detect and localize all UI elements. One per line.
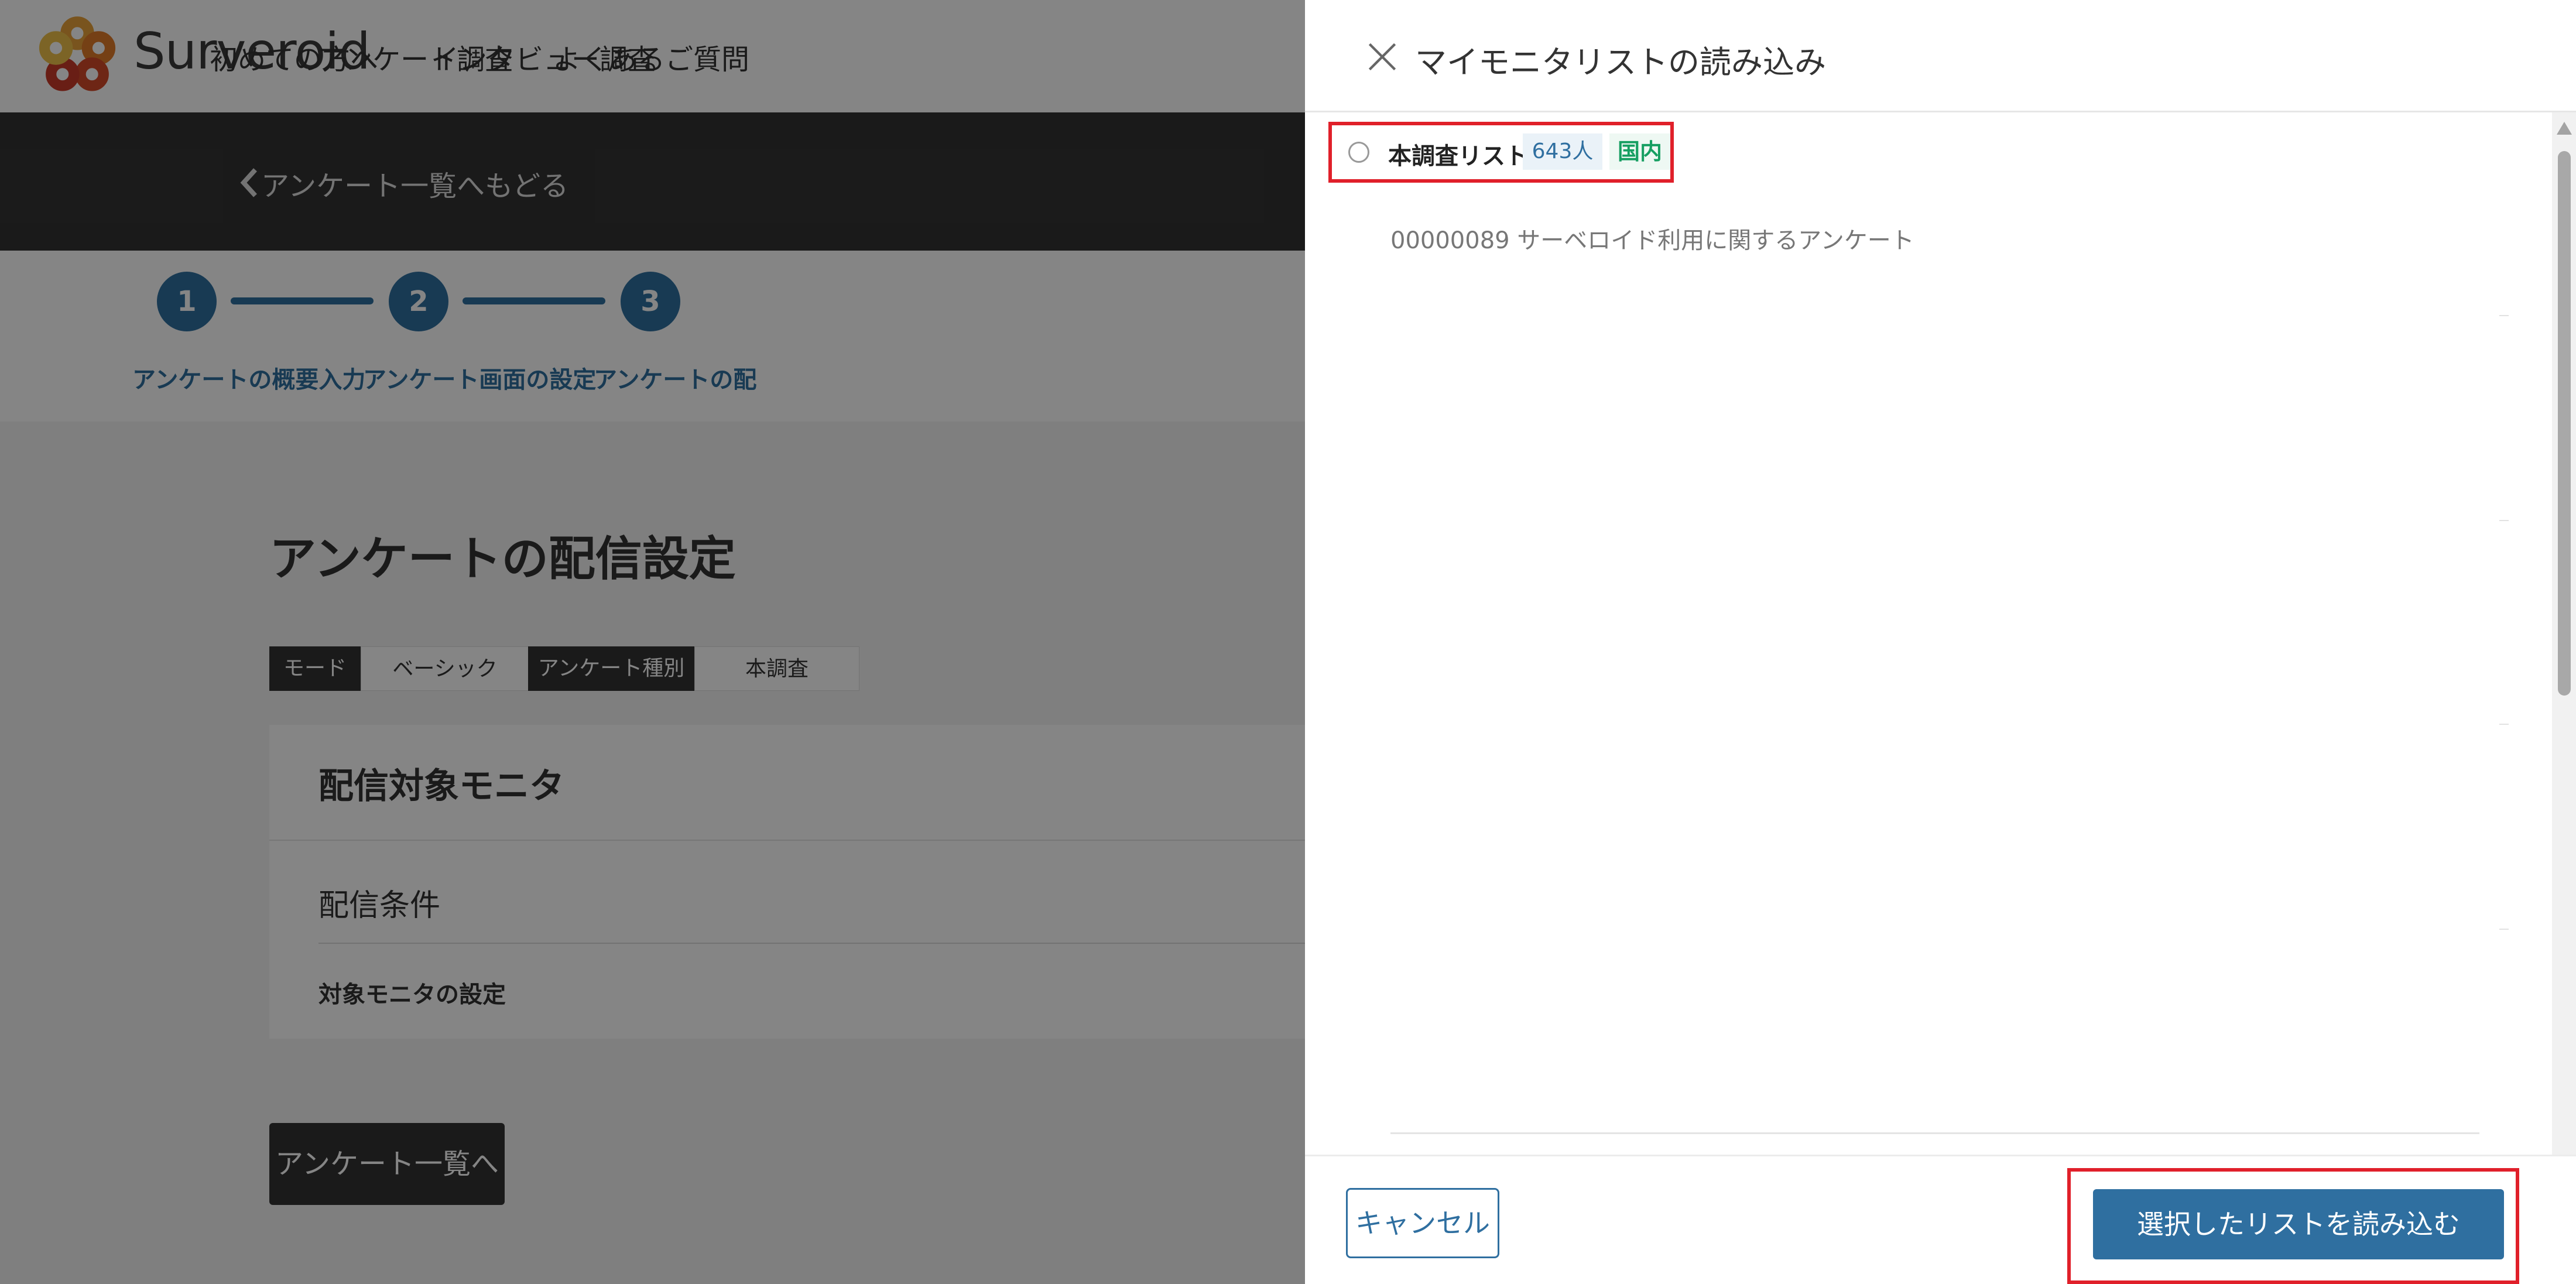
faint-divider bbox=[2499, 724, 2509, 725]
list-name[interactable]: 本調査リスト bbox=[1388, 137, 1529, 171]
list-radio[interactable] bbox=[1348, 142, 1369, 163]
close-icon[interactable] bbox=[1366, 41, 1398, 73]
modal-backdrop[interactable] bbox=[0, 0, 1305, 1284]
my-monitor-list-modal: マイモニタリストの読み込み 本調査リスト 643人 国内 00000089 サー… bbox=[1305, 0, 2576, 1284]
region-badge: 国内 bbox=[1609, 133, 1670, 170]
load-selected-list-button[interactable]: 選択したリストを読み込む bbox=[2093, 1189, 2504, 1259]
scrollbar-thumb[interactable] bbox=[2558, 151, 2571, 696]
cancel-button[interactable]: キャンセル bbox=[1346, 1188, 1499, 1258]
background-page: Surveroid 初めての方へ アンケート調査 インタビュー調査 よくあるご質… bbox=[0, 0, 1305, 1284]
list-description: 00000089 サーベロイド利用に関するアンケート bbox=[1390, 227, 1914, 254]
divider bbox=[1390, 1132, 2479, 1134]
faint-divider bbox=[2499, 520, 2509, 521]
faint-divider bbox=[2499, 929, 2509, 930]
submit-highlight: 選択したリストを読み込む bbox=[2067, 1168, 2519, 1284]
modal-title: マイモニタリストの読み込み bbox=[1415, 44, 1826, 81]
modal-footer: キャンセル 選択したリストを読み込む bbox=[1305, 1155, 2576, 1284]
list-item[interactable]: 本調査リスト 643人 国内 bbox=[1328, 122, 1674, 183]
member-count-badge: 643人 bbox=[1523, 133, 1602, 170]
modal-scrollbar[interactable] bbox=[2552, 112, 2576, 1284]
modal-header: マイモニタリストの読み込み bbox=[1305, 0, 2576, 112]
scroll-up-arrow-icon[interactable] bbox=[2557, 122, 2572, 135]
faint-divider bbox=[2499, 315, 2509, 316]
